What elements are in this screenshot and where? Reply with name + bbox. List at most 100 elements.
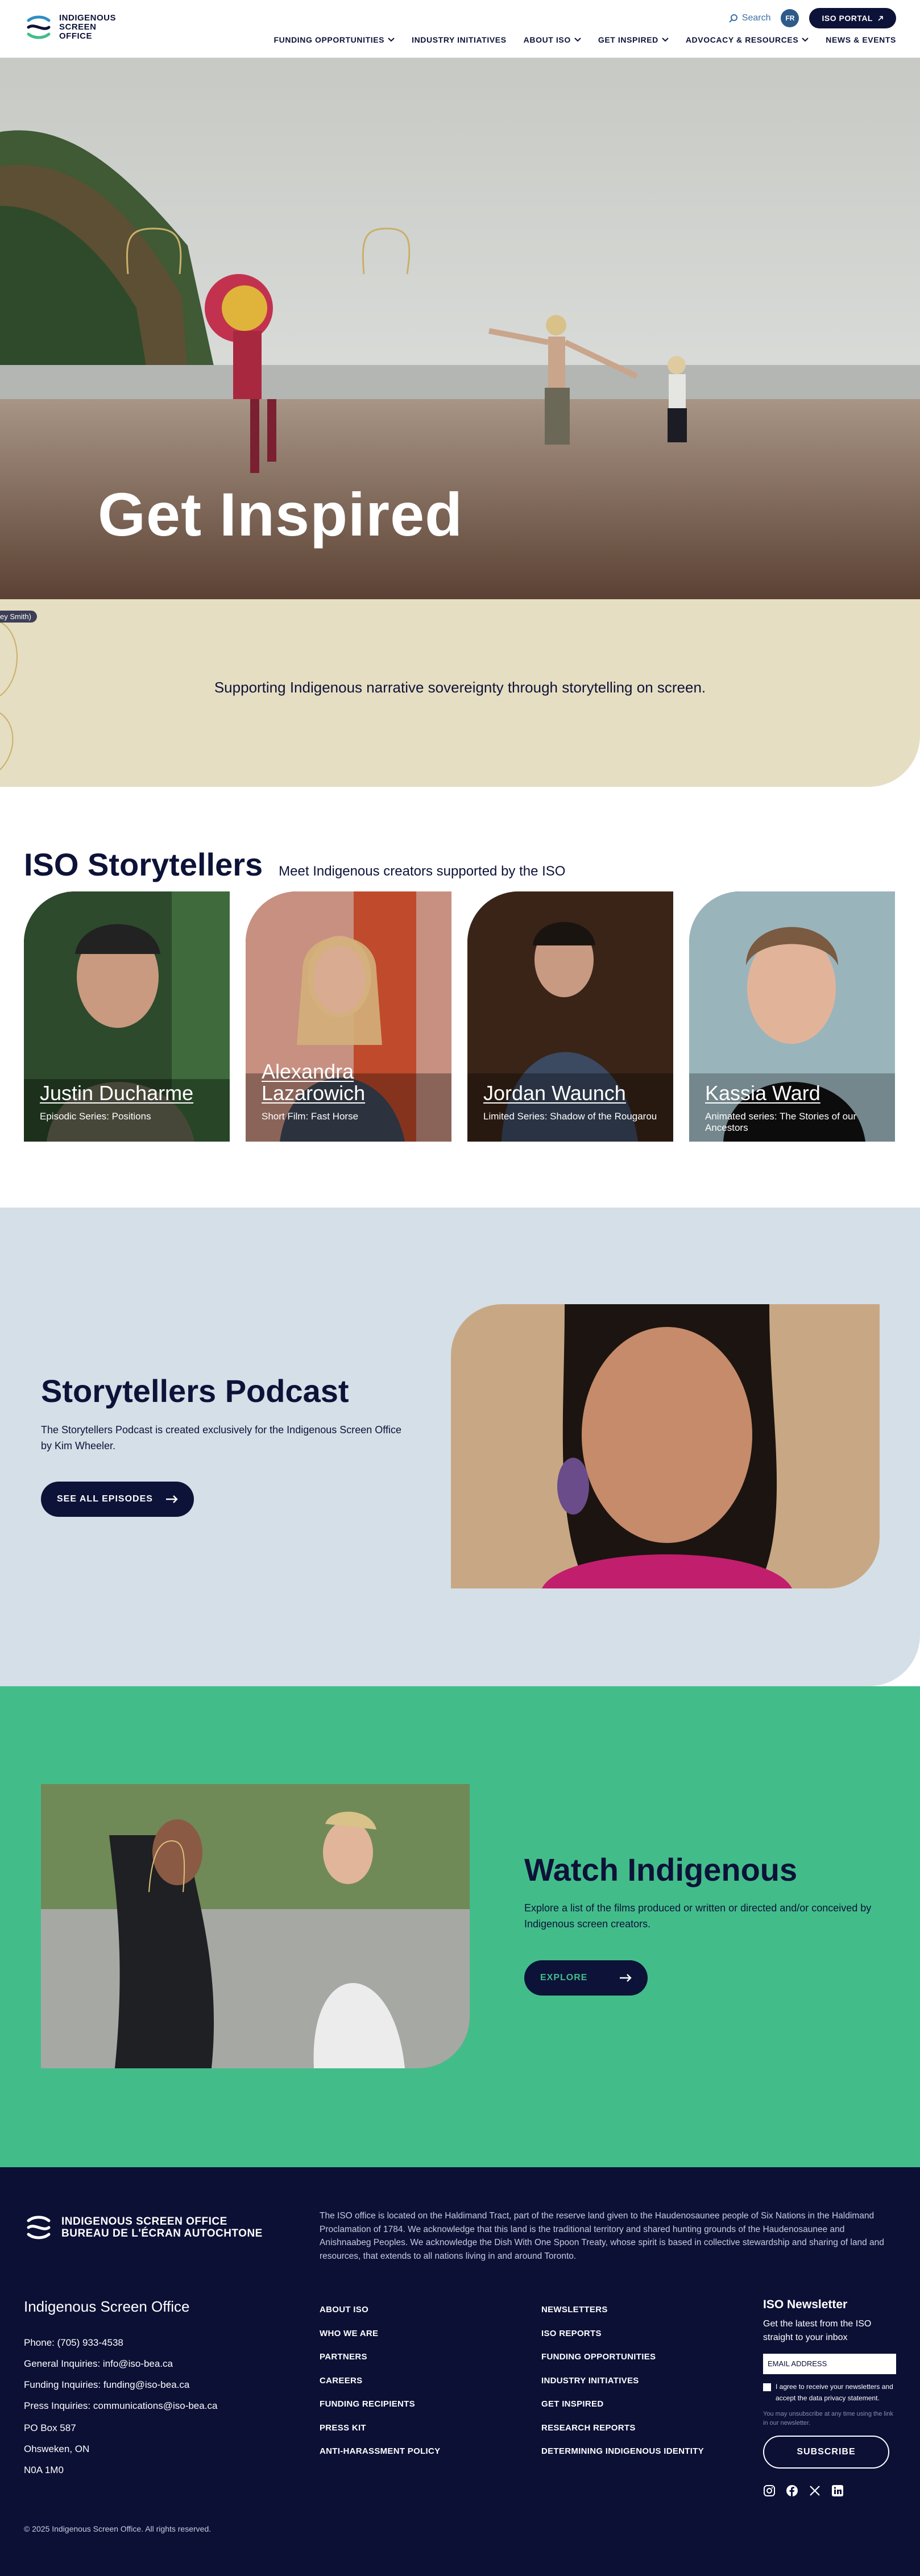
land-acknowledgement: The ISO office is located on the Haldima…: [320, 2211, 884, 2261]
footer-link[interactable]: FUNDING OPPORTUNITIES: [541, 2345, 704, 2369]
subscribe-button[interactable]: SUBSCRIBE: [763, 2436, 889, 2469]
storytellers-section: ISO Storytellers Meet Indigenous creator…: [0, 787, 920, 1208]
footer-link[interactable]: CAREERS: [320, 2369, 440, 2393]
podcast-section: Storytellers Podcast The Storytellers Po…: [0, 1208, 920, 1686]
email-field[interactable]: EMAIL ADDRESS: [763, 2354, 896, 2374]
storyteller-cards: Justin Ducharme Episodic Series: Positio…: [24, 891, 895, 1142]
iso-portal-button[interactable]: ISO PORTAL: [809, 8, 896, 28]
footer-link[interactable]: FUNDING RECIPIENTS: [320, 2392, 440, 2416]
explore-button[interactable]: EXPLORE: [524, 1960, 648, 1996]
logo-text: INDIGENOUS SCREEN OFFICE: [59, 13, 117, 41]
explore-label: EXPLORE: [540, 1973, 588, 1982]
footer-address: PO Box 587 Ohsweken, ON N0A 1M0: [24, 2422, 90, 2475]
podcast-title: Storytellers Podcast: [41, 1373, 349, 1409]
consent-label: I agree to receive your newsletters and …: [776, 2383, 893, 2402]
external-link-icon: [878, 15, 883, 21]
storyteller-card[interactable]: Kassia Ward Animated series: The Stories…: [689, 891, 895, 1142]
hero-section: Get Inspired: [0, 58, 920, 599]
storyteller-project: Animated series: The Stories of our Ance…: [705, 1111, 857, 1133]
watch-description: Explore a list of the films produced or …: [524, 1902, 872, 1930]
footer-link[interactable]: PARTNERS: [320, 2345, 440, 2369]
see-all-episodes-label: SEE ALL EPISODES: [57, 1494, 153, 1504]
chevron-down-icon: [802, 38, 809, 42]
intro-section: ey Smith) Supporting Indigenous narrativ…: [0, 599, 920, 787]
logo-mark-icon: [27, 2216, 51, 2239]
arrow-right-icon: [620, 1974, 632, 1982]
footer-logo-line2: BUREAU DE L'ÉCRAN AUTOCHTONE: [61, 2227, 263, 2239]
linkedin-icon[interactable]: [831, 2484, 844, 2497]
storyteller-project: Episodic Series: Positions: [40, 1111, 151, 1122]
footer-link[interactable]: ISO REPORTS: [541, 2322, 704, 2346]
footer-link[interactable]: GET INSPIRED: [541, 2392, 704, 2416]
storyteller-project: Short Film: Fast Horse: [262, 1111, 359, 1122]
contact-funding[interactable]: Funding Inquiries: funding@iso-bea.ca: [24, 2374, 217, 2395]
chevron-down-icon: [388, 38, 395, 42]
header-utilities: Search FR ISO PORTAL: [729, 8, 896, 28]
footer-logo[interactable]: INDIGENOUS SCREEN OFFICE BUREAU DE L'ÉCR…: [24, 2213, 263, 2242]
storyteller-card[interactable]: Justin Ducharme Episodic Series: Positio…: [24, 891, 230, 1142]
storyteller-name[interactable]: Kassia Ward: [705, 1082, 820, 1104]
contact-general[interactable]: General Inquiries: info@iso-bea.ca: [24, 2353, 217, 2374]
unsubscribe-note: You may unsubscribe at any time using th…: [763, 2411, 893, 2426]
watch-indigenous-image: [41, 1784, 470, 2068]
language-toggle[interactable]: FR: [781, 9, 799, 27]
storyteller-card[interactable]: Alexandra Lazarowich Short Film: Fast Ho…: [246, 891, 451, 1142]
consent-checkbox[interactable]: [763, 2383, 771, 2391]
footer-link[interactable]: RESEARCH REPORTS: [541, 2416, 704, 2440]
intro-text: Supporting Indigenous narrative sovereig…: [214, 679, 706, 696]
search-icon: [729, 14, 737, 23]
newsletter-form: ISO Newsletter Get the latest from the I…: [763, 2298, 896, 2497]
storytellers-subtitle: Meet Indigenous creators supported by th…: [279, 864, 566, 879]
site-header: INDIGENOUS SCREEN OFFICE Search FR ISO P…: [0, 0, 920, 58]
footer-contact: Phone: (705) 933-4538 General Inquiries:…: [24, 2332, 217, 2416]
nav-about-iso[interactable]: ABOUT ISO: [524, 35, 581, 44]
footer-logo-line1: INDIGENOUS SCREEN OFFICE: [61, 2216, 227, 2227]
photo-credit: ey Smith): [0, 611, 37, 623]
copyright: © 2025 Indigenous Screen Office. All rig…: [24, 2524, 212, 2533]
footer-link[interactable]: DETERMINING INDIGENOUS IDENTITY: [541, 2440, 704, 2463]
search-label: Search: [741, 13, 771, 23]
chevron-down-icon: [662, 38, 669, 42]
podcast-host-image: [451, 1304, 880, 1588]
search-button[interactable]: Search: [729, 13, 771, 23]
see-all-episodes-button[interactable]: SEE ALL EPISODES: [41, 1482, 194, 1517]
footer-link[interactable]: NEWSLETTERS: [541, 2298, 704, 2322]
storyteller-name[interactable]: Jordan Waunch: [483, 1082, 626, 1104]
footer-link[interactable]: INDUSTRY INITIATIVES: [541, 2369, 704, 2393]
iso-portal-label: ISO PORTAL: [822, 14, 873, 23]
newsletter-title: ISO Newsletter: [763, 2298, 848, 2311]
watch-title: Watch Indigenous: [524, 1852, 798, 1888]
footer-links-col2: NEWSLETTERS ISO REPORTS FUNDING OPPORTUN…: [541, 2298, 704, 2463]
watch-indigenous-photo: [41, 1784, 470, 2068]
chevron-down-icon: [574, 38, 581, 42]
nav-industry-initiatives[interactable]: INDUSTRY INITIATIVES: [412, 35, 507, 44]
footer-link[interactable]: PRESS KIT: [320, 2416, 440, 2440]
storyteller-card[interactable]: Jordan Waunch Limited Series: Shadow of …: [467, 891, 673, 1142]
footer-org-name: Indigenous Screen Office: [24, 2298, 190, 2315]
nav-get-inspired[interactable]: GET INSPIRED: [598, 35, 669, 44]
nav-news-events[interactable]: NEWS & EVENTS: [826, 35, 896, 44]
footer-link[interactable]: WHO WE ARE: [320, 2322, 440, 2346]
arrow-right-icon: [165, 1495, 178, 1503]
hero-title: Get Inspired: [98, 480, 463, 549]
x-icon[interactable]: [809, 2484, 821, 2497]
storyteller-project: Limited Series: Shadow of the Rougarou: [483, 1111, 657, 1122]
storyteller-name[interactable]: Alexandra Lazarowich: [262, 1061, 451, 1104]
instagram-icon[interactable]: [763, 2484, 776, 2497]
contact-press[interactable]: Press Inquiries: communications@iso-bea.…: [24, 2395, 217, 2416]
main-nav: FUNDING OPPORTUNITIES INDUSTRY INITIATIV…: [274, 35, 897, 44]
storyteller-name[interactable]: Justin Ducharme: [40, 1082, 193, 1104]
storytellers-heading: ISO Storytellers Meet Indigenous creator…: [24, 846, 565, 883]
watch-section: Watch Indigenous Explore a list of the f…: [0, 1686, 920, 2167]
contact-phone[interactable]: Phone: (705) 933-4538: [24, 2332, 217, 2353]
facebook-icon[interactable]: [786, 2484, 798, 2497]
footer-link[interactable]: ABOUT ISO: [320, 2298, 440, 2322]
storytellers-title: ISO Storytellers: [24, 847, 263, 882]
nav-advocacy-resources[interactable]: ADVOCACY & RESOURCES: [686, 35, 809, 44]
footer-links-col1: ABOUT ISO WHO WE ARE PARTNERS CAREERS FU…: [320, 2298, 440, 2463]
podcast-host-photo: [451, 1304, 880, 1588]
site-logo[interactable]: INDIGENOUS SCREEN OFFICE: [24, 13, 116, 42]
nav-funding-opportunities[interactable]: FUNDING OPPORTUNITIES: [274, 35, 395, 44]
newsletter-lead: Get the latest from the ISO straight to …: [763, 2319, 872, 2342]
footer-link[interactable]: ANTI-HARASSMENT POLICY: [320, 2440, 440, 2463]
